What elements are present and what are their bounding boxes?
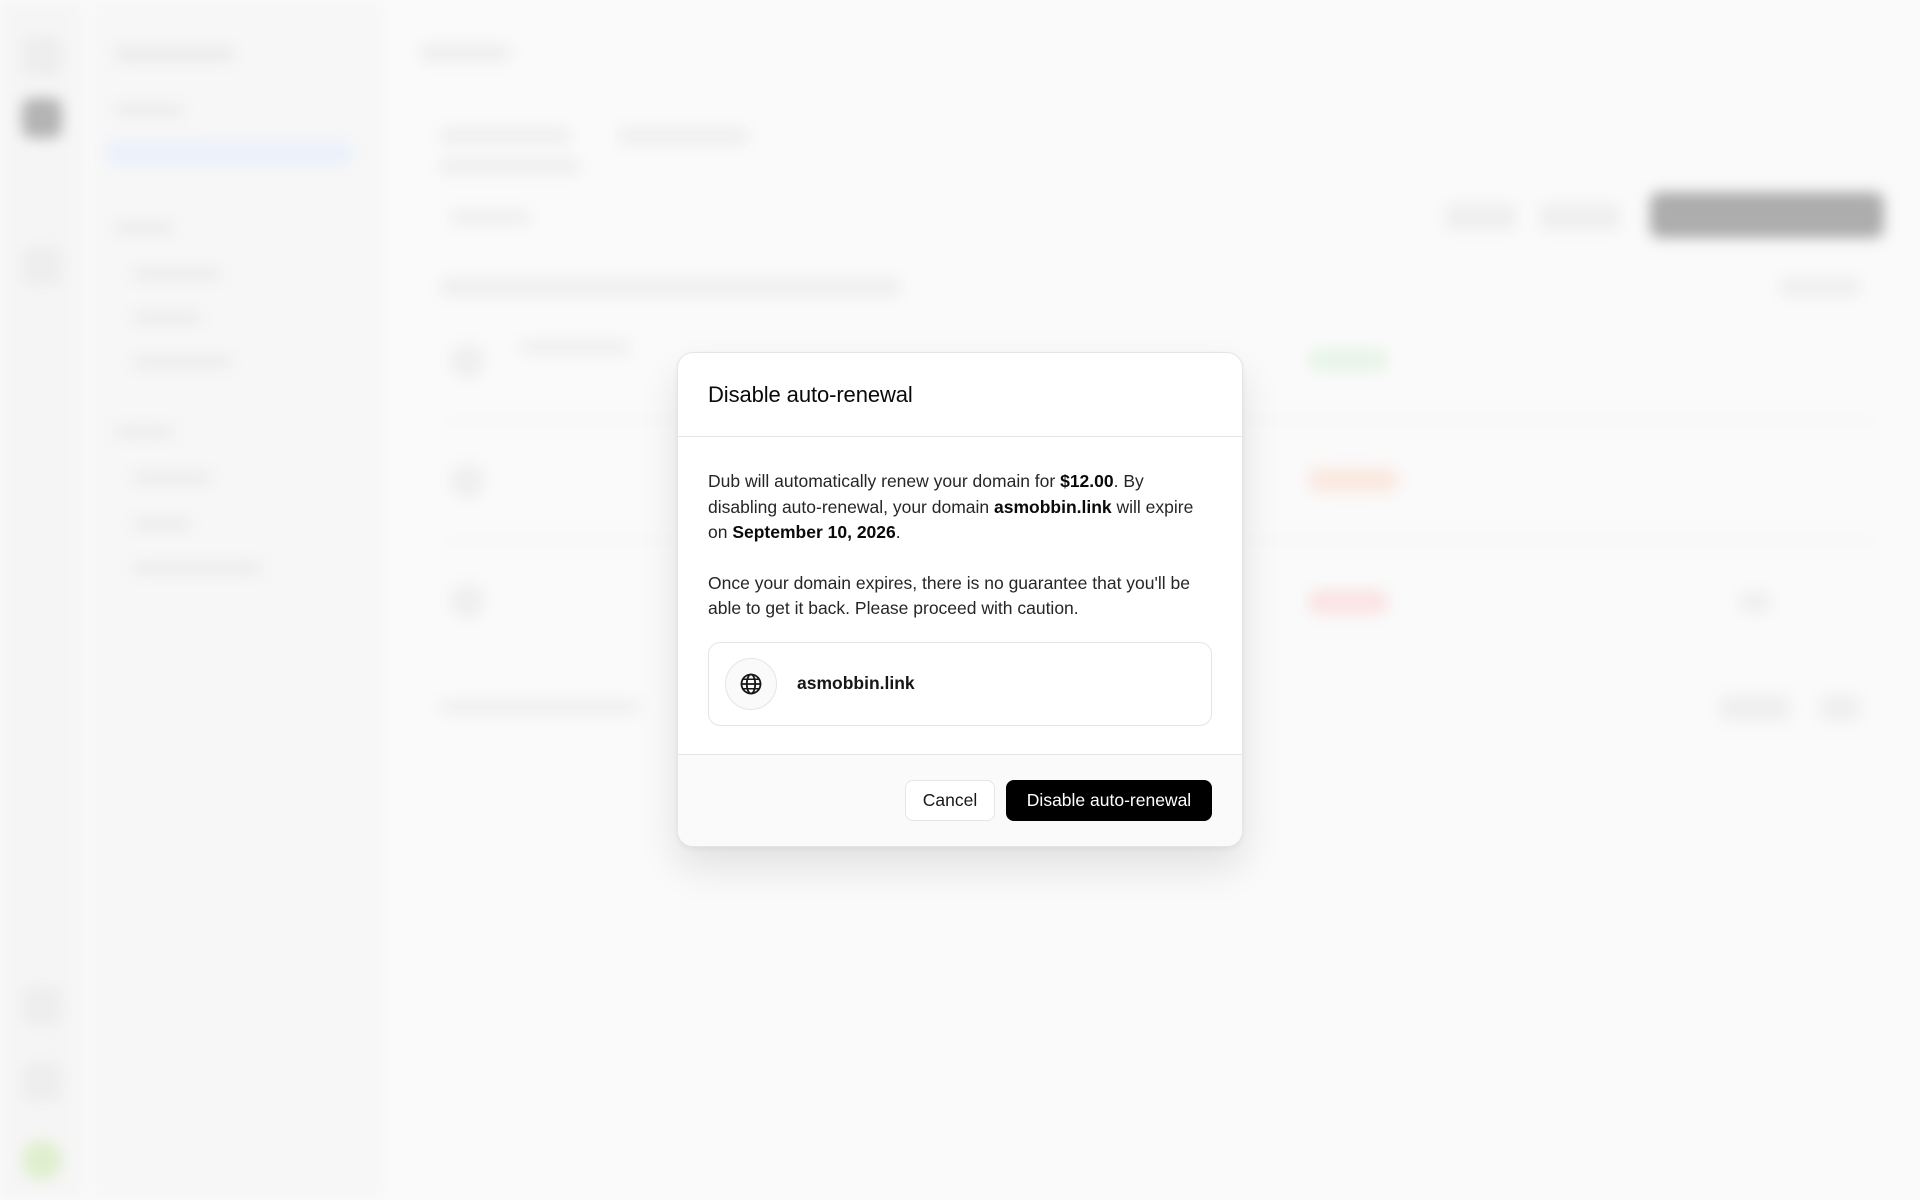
expiry-warning: Once your domain expires, there is no gu…	[708, 572, 1190, 619]
disable-auto-renewal-dialog: Disable auto-renewal Dub will automatica…	[677, 352, 1243, 847]
domain-card: asmobbin.link	[708, 641, 1212, 726]
globe-icon	[740, 673, 762, 694]
description-text: Dub will automatically renew your domain…	[708, 471, 1061, 491]
dialog-title: Disable auto-renewal	[708, 381, 913, 407]
domain-card-name: asmobbin.link	[797, 673, 915, 693]
domain-icon-badge	[725, 657, 777, 710]
dialog-body: Dub will automatically renew your domain…	[678, 437, 1242, 755]
description-text: .	[895, 522, 901, 542]
cancel-button[interactable]: Cancel	[905, 780, 995, 821]
renewal-price: $12.00	[1060, 471, 1114, 491]
disable-auto-renewal-button[interactable]: Disable auto-renewal	[1006, 780, 1212, 821]
dialog-footer: Cancel Disable auto-renewal	[678, 754, 1242, 846]
dialog-header: Disable auto-renewal	[678, 353, 1242, 437]
renewal-description: Dub will automatically renew your domain…	[708, 469, 1212, 546]
domain-name-inline: asmobbin.link	[994, 496, 1112, 517]
expiry-date: September 10, 2026	[732, 522, 896, 542]
